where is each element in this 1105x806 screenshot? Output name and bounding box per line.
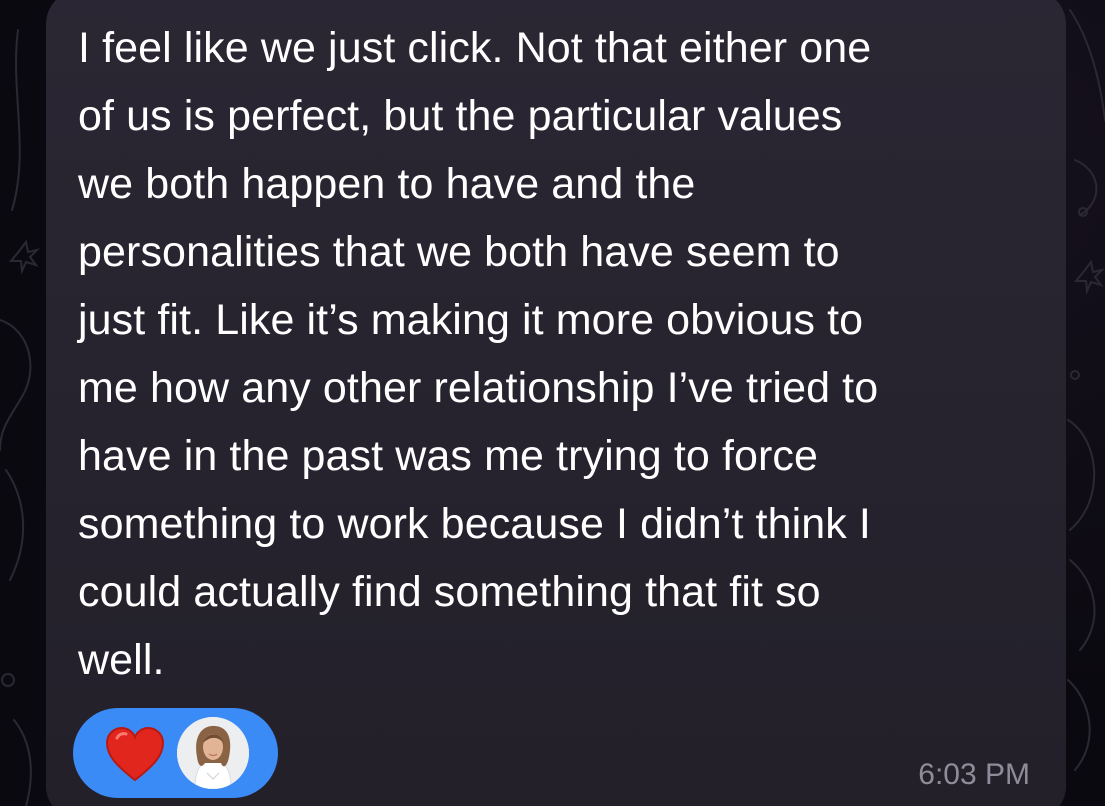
message-line: me how any other relationship I’ve tried… xyxy=(78,364,879,412)
message-timestamp: 6:03 PM xyxy=(918,758,1030,791)
message-line: have in the past was me trying to force xyxy=(78,432,819,480)
message-line: something to work because I didn’t think… xyxy=(78,500,871,548)
message-line: just fit. Like it’s making it more obvio… xyxy=(78,296,864,344)
message-line: personalities that we both have seem to xyxy=(78,228,840,276)
message-line: could actually find something that fit s… xyxy=(78,568,821,616)
message-line: of us is perfect, but the particular val… xyxy=(78,92,843,140)
reaction-pill[interactable] xyxy=(73,708,278,798)
message-text: I feel like we just click. Not that eith… xyxy=(78,14,1048,694)
chat-screen: I feel like we just click. Not that eith… xyxy=(0,0,1105,806)
message-line: I feel like we just click. Not that eith… xyxy=(78,24,872,72)
avatar[interactable] xyxy=(177,717,249,789)
message-line: we both happen to have and the xyxy=(78,160,696,208)
message-line: well. xyxy=(78,636,165,684)
heart-icon xyxy=(105,726,165,782)
avatar-photo xyxy=(177,717,249,789)
